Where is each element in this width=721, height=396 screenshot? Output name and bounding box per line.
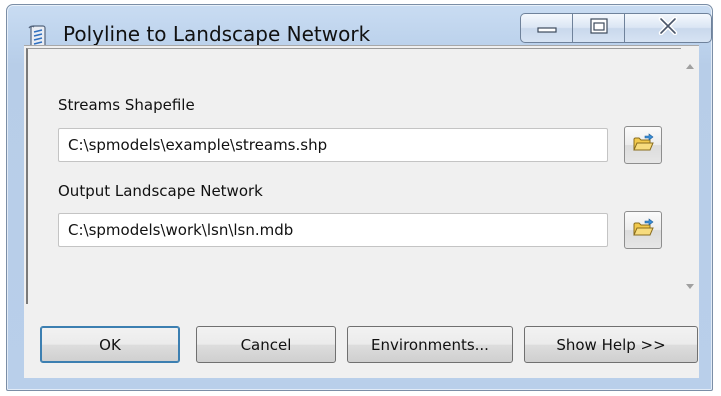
output-network-label: Output Landscape Network <box>58 182 263 200</box>
scroll-down-arrow-icon[interactable] <box>686 284 694 289</box>
close-button[interactable] <box>624 13 712 43</box>
dialog-window: Polyline to Landscape Network Streams Sh… <box>6 4 713 391</box>
parameters-panel: Streams Shapefile C:\spmodels\example\st… <box>26 48 681 304</box>
environments-button[interactable]: Environments... <box>347 326 513 363</box>
streams-shapefile-browse-button[interactable] <box>624 126 662 164</box>
minimize-icon <box>536 18 558 38</box>
streams-shapefile-label: Streams Shapefile <box>58 96 195 114</box>
cancel-button[interactable]: Cancel <box>196 326 336 363</box>
scroll-up-arrow-icon[interactable] <box>686 64 694 69</box>
output-network-browse-button[interactable] <box>624 211 662 249</box>
maximize-icon <box>589 17 609 39</box>
maximize-button[interactable] <box>572 13 624 43</box>
show-help-button[interactable]: Show Help >> <box>524 326 698 363</box>
ok-button[interactable]: OK <box>40 326 180 363</box>
vertical-scrollbar[interactable] <box>683 48 699 304</box>
minimize-button[interactable] <box>520 13 572 43</box>
output-network-input[interactable]: C:\spmodels\work\lsn\lsn.mdb <box>58 213 608 247</box>
dialog-client-area: Streams Shapefile C:\spmodels\example\st… <box>24 45 699 378</box>
streams-shapefile-input[interactable]: C:\spmodels\example\streams.shp <box>58 128 608 162</box>
window-title: Polyline to Landscape Network <box>63 22 371 46</box>
caption-buttons <box>520 13 712 43</box>
close-icon <box>657 16 679 39</box>
open-folder-icon <box>632 218 654 242</box>
open-folder-icon <box>632 133 654 157</box>
